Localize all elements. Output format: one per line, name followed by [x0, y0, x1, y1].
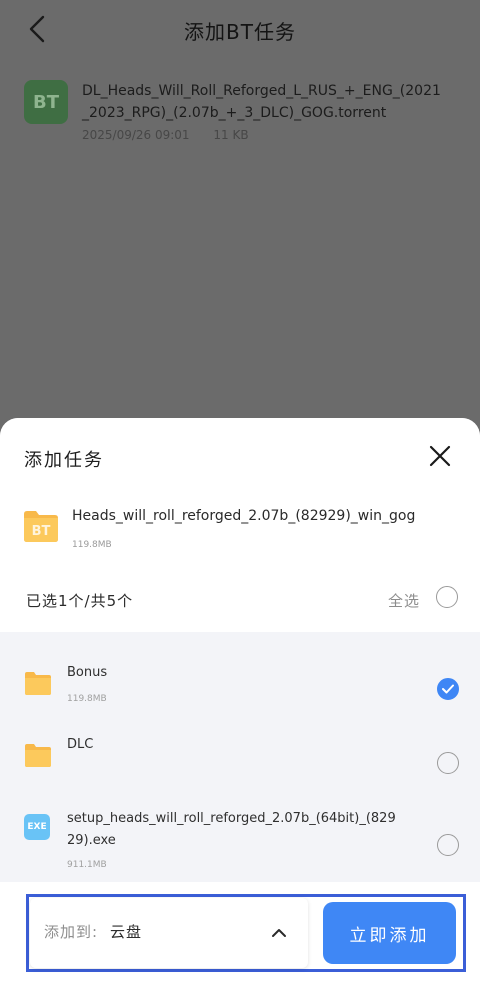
selection-summary: 已选1个/共5个: [26, 592, 134, 610]
bottom-action-bar: 添加到: 云盘 立即添加: [0, 882, 480, 986]
checkmark-icon: [442, 684, 454, 694]
file-item-bonus[interactable]: Bonus 119.8MB: [0, 656, 480, 726]
sheet-title: 添加任务: [24, 450, 104, 471]
destination-value: 云盘: [110, 923, 143, 941]
task-row: BT Heads_will_roll_reforged_2.07b_(82929…: [22, 506, 462, 556]
exe-file-icon: EXE: [24, 814, 50, 840]
bt-folder-icon: BT: [24, 511, 58, 542]
destination-label: 添加到:: [44, 923, 99, 941]
folder-icon: [25, 744, 51, 767]
torrent-name: DL_Heads_Will_Roll_Reforged_L_RUS_+_ENG_…: [82, 83, 441, 121]
folder-icon: [25, 672, 51, 695]
select-all-label[interactable]: 全选: [388, 590, 420, 611]
file-name: Bonus: [67, 665, 108, 680]
add-now-button[interactable]: 立即添加: [323, 902, 456, 964]
file-checkbox[interactable]: [437, 834, 459, 856]
bt-file-icon: BT: [24, 80, 68, 124]
close-button[interactable]: [424, 440, 456, 472]
top-bar: 添加BT任务: [0, 0, 480, 58]
file-size: 119.8MB: [67, 694, 107, 704]
page-title: 添加BT任务: [184, 20, 296, 44]
torrent-file-row: BT DL_Heads_Will_Roll_Reforged_L_RUS_+_E…: [24, 80, 464, 150]
task-name: Heads_will_roll_reforged_2.07b_(82929)_w…: [72, 508, 416, 524]
torrent-meta: 2025/09/26 09:01 11 KB: [82, 128, 269, 142]
file-name: setup_heads_will_roll_reforged_2.07b_(64…: [67, 811, 396, 848]
file-checkbox-checked[interactable]: [437, 678, 459, 700]
file-item-dlc[interactable]: DLC: [0, 728, 480, 798]
chevron-up-icon: [272, 929, 286, 937]
add-task-sheet: 添加任务 BT Heads_will_roll_reforged_2.07b_(…: [0, 418, 480, 986]
file-size: 911.1MB: [67, 860, 107, 870]
task-size: 119.8MB: [72, 540, 112, 550]
file-name: DLC: [67, 737, 94, 752]
destination-selector[interactable]: 添加到: 云盘: [30, 898, 308, 968]
sheet-header: 添加任务 BT Heads_will_roll_reforged_2.07b_(…: [0, 418, 480, 632]
torrent-size: 11 KB: [213, 128, 249, 142]
file-checkbox[interactable]: [437, 752, 459, 774]
file-item-setup-exe[interactable]: EXE setup_heads_will_roll_reforged_2.07b…: [0, 794, 480, 884]
close-icon: [429, 445, 451, 467]
select-all-checkbox[interactable]: [436, 586, 458, 608]
svg-text:BT: BT: [32, 524, 51, 539]
torrent-date: 2025/09/26 09:01: [82, 128, 190, 142]
